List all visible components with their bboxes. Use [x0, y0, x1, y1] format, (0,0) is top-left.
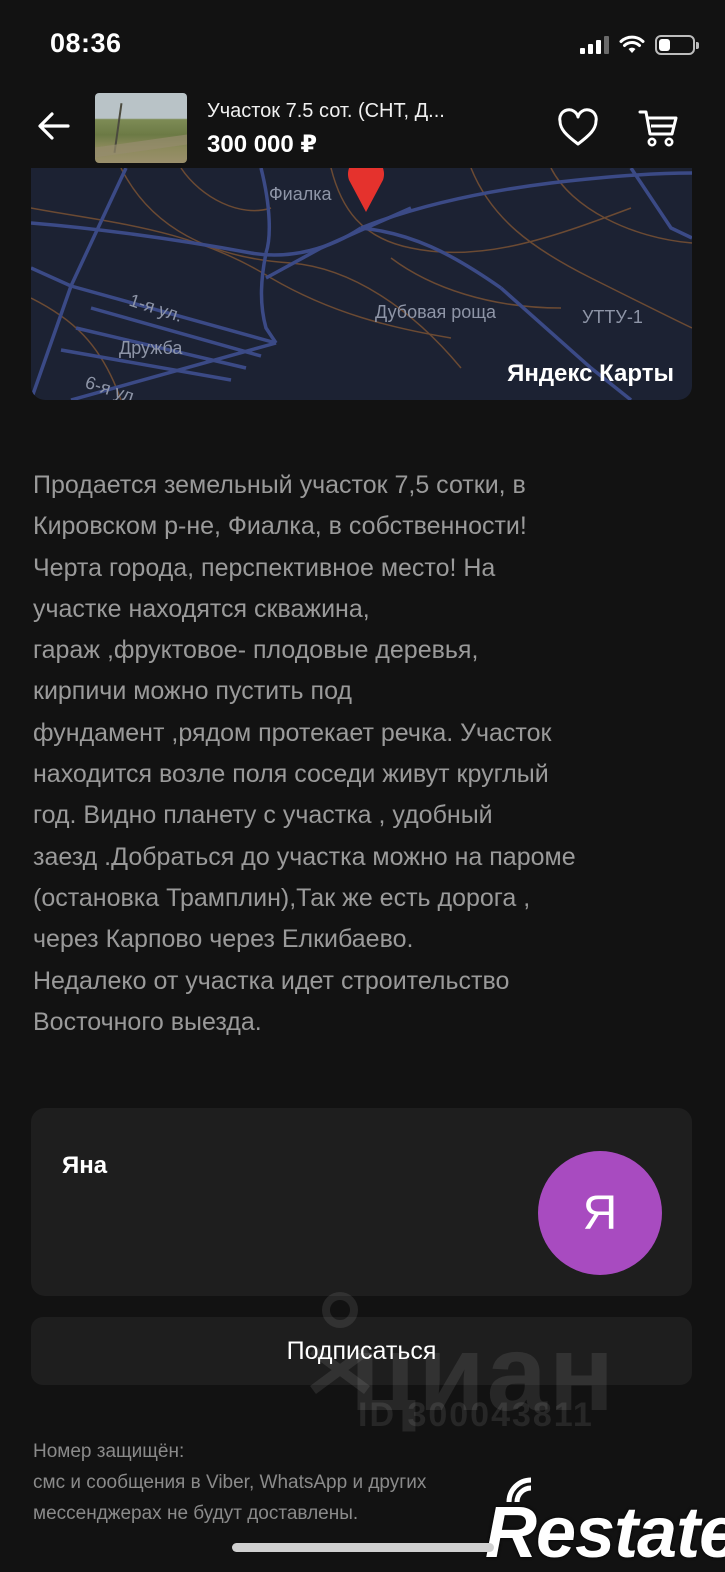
seller-card[interactable]: Яна Я	[31, 1108, 692, 1296]
notice-title: Номер защищён:	[33, 1441, 185, 1462]
yandex-map[interactable]: Фиалка Дубовая роща УТТУ-1 1-я ул. Дружб…	[31, 168, 692, 400]
home-indicator[interactable]	[232, 1543, 494, 1552]
status-icons	[580, 32, 699, 58]
seller-name: Яна	[62, 1152, 108, 1179]
listing-description: Продается земельный участок 7,5 сотки, в…	[33, 471, 576, 1036]
cart-icon[interactable]	[636, 106, 680, 150]
map-label-place: Фиалка	[269, 184, 332, 204]
listing-header: Участок 7.5 сот. (СНТ, Д... 300 000 ₽	[0, 88, 725, 168]
status-bar: 08:36	[0, 0, 725, 88]
heart-icon[interactable]	[556, 108, 600, 148]
restate-logo: Restate	[485, 1470, 725, 1572]
map-label-druzhba: Дружба	[119, 338, 183, 358]
signal-icon	[580, 36, 609, 54]
yandex-maps-logo[interactable]: Яндекс Карты	[507, 360, 674, 388]
avatar-initial: Я	[582, 1186, 618, 1240]
status-time: 08:36	[50, 28, 122, 58]
map-label-grove: Дубовая роща	[375, 302, 497, 322]
avatar[interactable]: Я	[538, 1151, 662, 1275]
subscribe-button[interactable]: Подписаться	[31, 1317, 692, 1385]
map-label-utty: УТТУ-1	[582, 307, 643, 327]
listing-price: 300 000 ₽	[207, 131, 318, 158]
map-pin-icon	[348, 168, 384, 212]
battery-icon	[655, 35, 699, 55]
restate-text: Restate	[485, 1493, 725, 1572]
listing-title: Участок 7.5 сот. (СНТ, Д...	[207, 100, 445, 122]
listing-thumbnail[interactable]	[95, 93, 187, 163]
wifi-icon	[619, 35, 645, 53]
back-arrow-icon[interactable]	[34, 106, 74, 146]
watermark-id: ID 300043811	[358, 1396, 594, 1434]
